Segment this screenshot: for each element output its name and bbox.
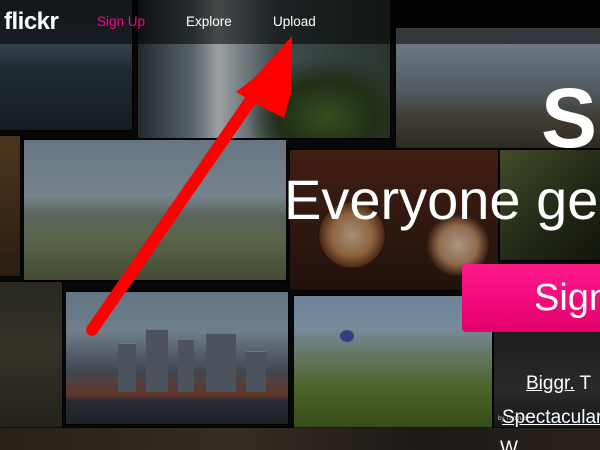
feature-text: T xyxy=(574,373,592,394)
background-photo-strip xyxy=(0,136,20,276)
building-shape xyxy=(206,333,236,392)
nav-explore-link[interactable]: Explore xyxy=(186,14,232,29)
building-shape xyxy=(246,351,266,392)
hero-title: S xyxy=(541,71,598,165)
nav-upload-link[interactable]: Upload xyxy=(273,14,316,29)
building-shape xyxy=(118,343,136,392)
photo-credit: by Thomas xyxy=(498,416,528,422)
flickr-landing-page: flickr Sign Up Explore Upload S Everyone… xyxy=(0,0,600,450)
feature-link-third[interactable]: W xyxy=(500,438,518,450)
feature-line-biggr: Biggr. T xyxy=(526,373,591,395)
background-photo-grass-dunes xyxy=(24,140,286,280)
background-photo-city-skyline xyxy=(66,292,288,424)
building-shape xyxy=(146,329,168,392)
feature-link-biggr[interactable]: Biggr. xyxy=(526,373,575,394)
nav-sign-up-link[interactable]: Sign Up xyxy=(97,14,145,29)
sign-up-button[interactable]: Sign xyxy=(462,264,600,332)
hero-subtitle: Everyone ge xyxy=(284,168,599,231)
flickr-logo[interactable]: flickr xyxy=(4,8,59,36)
background-photo-dark xyxy=(0,282,62,450)
building-shape xyxy=(178,339,194,392)
top-navigation-bar: flickr Sign Up Explore Upload xyxy=(0,0,600,44)
blue-flower xyxy=(340,330,354,342)
feature-line-third: W xyxy=(500,438,518,450)
